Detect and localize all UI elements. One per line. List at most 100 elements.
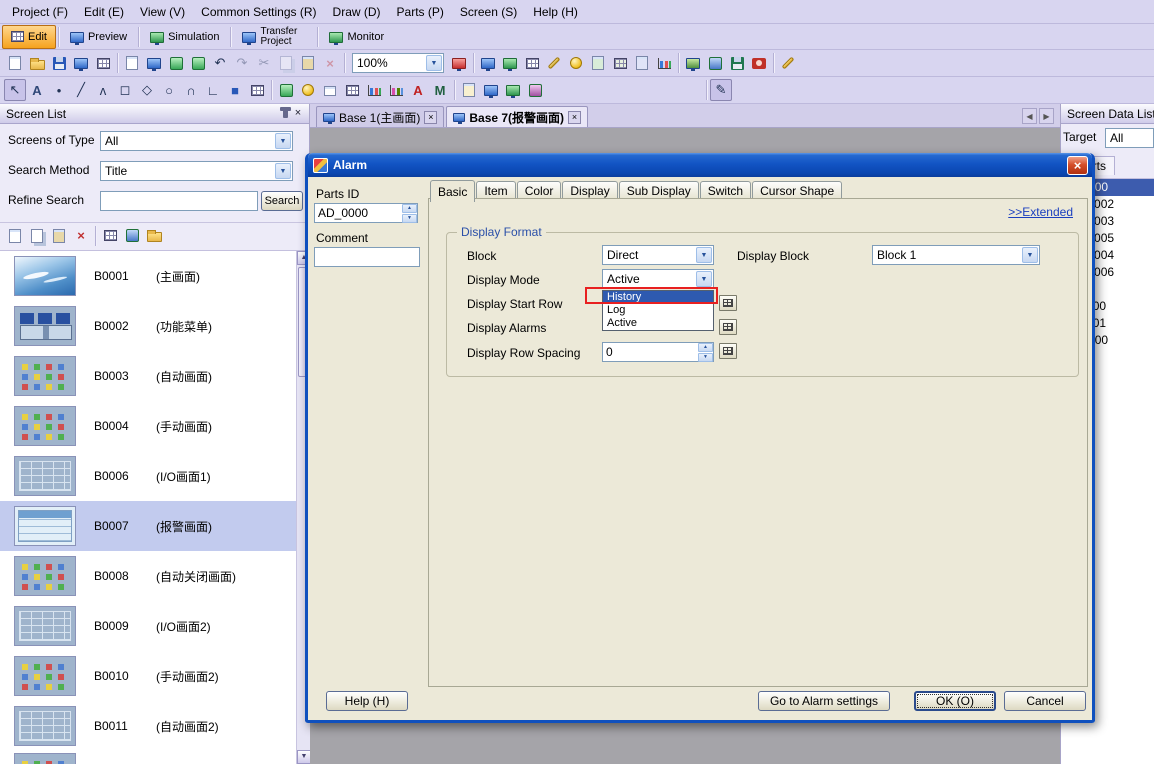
keypad-part-icon[interactable]	[341, 79, 363, 101]
new-screen-icon[interactable]	[121, 52, 143, 74]
go-to-alarm-settings-button[interactable]: Go to Alarm settings	[758, 691, 890, 711]
special-part-icon[interactable]	[524, 79, 546, 101]
screen-list-item-b0001[interactable]: B0001 (主画面)	[0, 251, 310, 301]
parts-list-icon[interactable]	[521, 52, 543, 74]
watch-list-icon[interactable]	[653, 52, 675, 74]
arc-tool-icon[interactable]: ∩	[180, 79, 202, 101]
menu-parts[interactable]: Parts (P)	[389, 2, 452, 22]
chevron-down-icon[interactable]: ▼	[1022, 247, 1038, 263]
comment-list-icon[interactable]	[587, 52, 609, 74]
ok-button[interactable]: OK (O)	[914, 691, 996, 711]
paste-icon[interactable]	[297, 52, 319, 74]
chevron-down-icon[interactable]: ▼	[696, 271, 712, 287]
graph-part-icon[interactable]	[363, 79, 385, 101]
cancel-button[interactable]: Cancel	[1004, 691, 1086, 711]
screen-list-item-b0004[interactable]: B0004 (手动画面)	[0, 401, 310, 451]
simulation-button[interactable]: Simulation	[141, 25, 228, 49]
text-tool-icon[interactable]: A	[26, 79, 48, 101]
screen-list-item-b0003[interactable]: B0003 (自动画面)	[0, 351, 310, 401]
display-mode-select[interactable]: Active ▼	[602, 269, 714, 289]
camera-viewer-icon[interactable]	[748, 52, 770, 74]
close-panel-icon[interactable]: ×	[291, 107, 305, 121]
search-button[interactable]: Search	[261, 191, 303, 211]
delete-screen-icon[interactable]: ×	[70, 225, 92, 247]
chevron-down-icon[interactable]: ▼	[275, 133, 291, 149]
new-project-icon[interactable]	[4, 52, 26, 74]
tab-scroll-left-icon[interactable]: ◀	[1022, 108, 1037, 124]
window-part-icon[interactable]	[480, 79, 502, 101]
security-key-icon[interactable]	[543, 52, 565, 74]
package-receive-icon[interactable]	[187, 52, 209, 74]
copy-icon[interactable]	[275, 52, 297, 74]
change-screen-icon[interactable]	[448, 52, 470, 74]
symbol-register-icon[interactable]	[631, 52, 653, 74]
select-tool-icon[interactable]: ↖	[4, 79, 26, 101]
image-browser-icon[interactable]	[682, 52, 704, 74]
start-row-keypad-button[interactable]	[719, 295, 737, 311]
polyline-tool-icon[interactable]: ʌ	[92, 79, 114, 101]
extended-link[interactable]: >>Extended	[1008, 205, 1073, 219]
circle-tool-icon[interactable]: ○	[158, 79, 180, 101]
close-project-icon[interactable]	[70, 52, 92, 74]
data-display-part-icon[interactable]	[319, 79, 341, 101]
screens-of-type-select[interactable]: All ▼	[100, 131, 293, 151]
redo-icon[interactable]: ↷	[231, 52, 253, 74]
copy-screen-icon[interactable]	[143, 52, 165, 74]
delete-icon[interactable]: ×	[319, 52, 341, 74]
dropdown-option-active[interactable]: Active	[603, 317, 713, 330]
screen-list-item-b0008[interactable]: B0008 (自动关闭画面)	[0, 551, 310, 601]
pin-icon[interactable]	[283, 107, 288, 118]
package-transfer-icon[interactable]	[165, 52, 187, 74]
row-spacing-spinner[interactable]: ▲▼	[698, 343, 713, 361]
menu-view[interactable]: View (V)	[132, 2, 193, 22]
alarm-part-icon[interactable]: A	[407, 79, 429, 101]
menu-edit[interactable]: Edit (E)	[76, 2, 132, 22]
menu-help[interactable]: Help (H)	[525, 2, 586, 22]
address-block-icon[interactable]	[609, 52, 631, 74]
chevron-down-icon[interactable]: ▼	[275, 163, 291, 179]
row-spacing-keypad-button[interactable]	[719, 343, 737, 359]
menu-project[interactable]: Project (F)	[4, 2, 76, 22]
target-select[interactable]: All	[1105, 128, 1154, 148]
package-icon[interactable]	[121, 225, 143, 247]
block-select[interactable]: Direct ▼	[602, 245, 714, 265]
tab-basic[interactable]: Basic	[430, 180, 475, 202]
transfer-project-button[interactable]: Transfer Project	[233, 25, 315, 49]
memory-loader-icon[interactable]	[726, 52, 748, 74]
sort-icon[interactable]	[143, 225, 165, 247]
scale-tool-icon[interactable]: ∟	[202, 79, 224, 101]
switch-part-icon[interactable]	[275, 79, 297, 101]
rectangle-tool-icon[interactable]: ◻	[114, 79, 136, 101]
chevron-down-icon[interactable]: ▼	[696, 247, 712, 263]
help-button[interactable]: Help (H)	[326, 691, 408, 711]
close-dialog-icon[interactable]: ×	[1067, 156, 1088, 175]
screen-list-item-b0009[interactable]: B0009 (I/O画面2)	[0, 601, 310, 651]
open-project-icon[interactable]	[26, 52, 48, 74]
chevron-down-icon[interactable]: ▼	[426, 55, 442, 71]
historical-trend-part-icon[interactable]	[385, 79, 407, 101]
information-icon[interactable]	[565, 52, 587, 74]
filled-rectangle-tool-icon[interactable]: ■	[224, 79, 246, 101]
line-tool-icon[interactable]: ╱	[70, 79, 92, 101]
screen-list-item-b0002[interactable]: B0002 (功能菜单)	[0, 301, 310, 351]
display-block-select[interactable]: Block 1 ▼	[872, 245, 1040, 265]
customize-wrench-icon[interactable]	[777, 52, 799, 74]
screen-list-item-b0006[interactable]: B0006 (I/O画面1)	[0, 451, 310, 501]
screen-list-item-partial[interactable]	[0, 751, 310, 764]
close-tab-icon[interactable]: ×	[568, 111, 581, 124]
tab-base7[interactable]: Base 7(报警画面) ×	[446, 106, 588, 127]
copy-screen-icon[interactable]	[26, 225, 48, 247]
comment-field[interactable]	[314, 247, 420, 267]
dropdown-option-log[interactable]: Log	[603, 304, 713, 317]
tab-base1[interactable]: Base 1(主画面) ×	[316, 106, 444, 127]
print-icon[interactable]	[92, 52, 114, 74]
date-part-icon[interactable]	[458, 79, 480, 101]
scroll-down-icon[interactable]: ▼	[297, 750, 310, 764]
new-screen-icon[interactable]	[4, 225, 26, 247]
close-tab-icon[interactable]: ×	[424, 111, 437, 124]
zoom-select[interactable]: 100% ▼	[352, 53, 444, 73]
parts-id-spinner[interactable]: ▲▼	[402, 204, 417, 222]
monitor-button[interactable]: Monitor	[320, 25, 393, 49]
screen-list-item-b0011[interactable]: B0011 (自动画面2)	[0, 701, 310, 751]
screen-list-item-b0010[interactable]: B0010 (手动画面2)	[0, 651, 310, 701]
